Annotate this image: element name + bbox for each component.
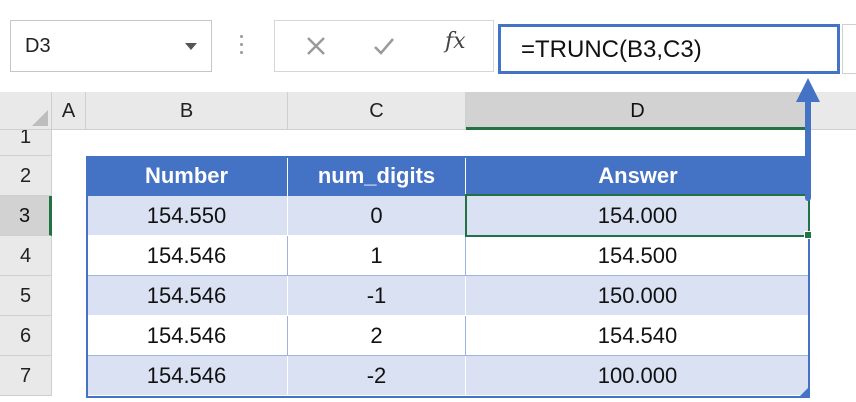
table-cell-number[interactable]: 154.546: [86, 356, 288, 396]
name-box-value: D3: [25, 35, 51, 57]
insert-function-icon[interactable]: fx: [445, 29, 466, 54]
table-cell-number[interactable]: 154.550: [86, 196, 288, 236]
table-cell-digits[interactable]: -1: [288, 276, 466, 316]
formula-text: =TRUNC(B3,C3): [521, 36, 702, 63]
table-cell-digits[interactable]: 1: [288, 236, 466, 276]
table-resize-handle[interactable]: [800, 388, 808, 396]
chevron-down-icon[interactable]: [185, 43, 197, 50]
table-cell-digits[interactable]: -2: [288, 356, 466, 396]
formula-bar-expand[interactable]: [842, 24, 856, 74]
formula-bar[interactable]: =TRUNC(B3,C3): [498, 24, 840, 74]
table-cell-number[interactable]: 154.546: [86, 316, 288, 356]
formula-controls: fx: [274, 20, 494, 72]
table-cell-answer[interactable]: 154.500: [466, 236, 810, 276]
row-header-3[interactable]: 3: [0, 196, 52, 236]
table-cell-answer[interactable]: 100.000: [466, 356, 810, 396]
column-header-d[interactable]: D: [466, 92, 810, 130]
active-cell-selection: [465, 194, 810, 237]
row-header-5[interactable]: 5: [0, 276, 52, 316]
close-icon[interactable]: [303, 33, 329, 59]
table-cell-digits[interactable]: 2: [288, 316, 466, 356]
select-all-icon: [32, 110, 48, 126]
column-header-b[interactable]: B: [86, 92, 288, 130]
table-cell-answer[interactable]: 154.540: [466, 316, 810, 356]
table-cell-digits[interactable]: 0: [288, 196, 466, 236]
more-options-icon[interactable]: [236, 30, 246, 62]
checkmark-icon[interactable]: [371, 33, 397, 59]
table-header-num-digits[interactable]: num_digits: [288, 156, 466, 196]
row-header-2[interactable]: 2: [0, 156, 52, 196]
table-header-number[interactable]: Number: [86, 156, 288, 196]
row-header-4[interactable]: 4: [0, 236, 52, 276]
row-header-1[interactable]: 1: [0, 130, 52, 156]
column-header-e[interactable]: [810, 92, 856, 130]
table-cell-number[interactable]: 154.546: [86, 276, 288, 316]
row-header-6[interactable]: 6: [0, 316, 52, 356]
table-header-answer[interactable]: Answer: [466, 156, 810, 196]
table-cell-number[interactable]: 154.546: [86, 236, 288, 276]
row-header-7[interactable]: 7: [0, 356, 52, 396]
select-all-corner[interactable]: [0, 92, 52, 130]
column-header-a[interactable]: A: [52, 92, 86, 130]
table-cell-answer[interactable]: 150.000: [466, 276, 810, 316]
column-header-c[interactable]: C: [288, 92, 466, 130]
fill-handle[interactable]: [804, 231, 812, 239]
name-box[interactable]: D3: [10, 20, 212, 72]
